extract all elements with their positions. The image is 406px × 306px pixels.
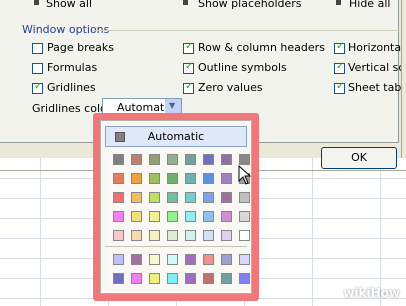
checkbox-zero-values[interactable]: ✓ — [183, 81, 194, 94]
color-swatch[interactable] — [221, 211, 232, 222]
checkbox-gridlines[interactable]: ✓ — [32, 81, 43, 94]
mouse-cursor-icon — [238, 165, 252, 185]
group-divider — [92, 30, 400, 31]
color-swatch[interactable] — [167, 154, 178, 165]
checkbox-label-gridlines: Gridlines — [47, 81, 96, 94]
color-swatch[interactable] — [185, 173, 196, 184]
color-swatch[interactable] — [131, 211, 142, 222]
checkbox-label-outline-symbols: Outline symbols — [198, 61, 287, 74]
watermark: wikiHow — [343, 286, 400, 300]
color-swatch[interactable] — [113, 254, 124, 265]
color-swatch[interactable] — [149, 230, 160, 241]
color-swatch[interactable] — [149, 211, 160, 222]
color-swatch[interactable] — [239, 154, 250, 165]
color-swatch[interactable] — [113, 173, 124, 184]
ok-button[interactable]: OK — [321, 147, 397, 169]
radio-label-hide-all: Hide all — [349, 0, 391, 10]
color-swatch[interactable] — [203, 254, 214, 265]
checkbox-page-breaks[interactable] — [32, 43, 43, 54]
color-swatch[interactable] — [239, 273, 250, 284]
color-swatch[interactable] — [203, 154, 214, 165]
color-swatch[interactable] — [131, 154, 142, 165]
color-swatch[interactable] — [113, 230, 124, 241]
color-swatch[interactable] — [131, 273, 142, 284]
checkbox-label-zero-values: Zero values — [198, 81, 263, 94]
color-swatch[interactable] — [131, 254, 142, 265]
color-swatch[interactable] — [113, 154, 124, 165]
color-swatch[interactable] — [167, 273, 178, 284]
checkbox-formulas[interactable] — [32, 63, 43, 74]
radio-label-show-placeholders: Show placeholders — [198, 0, 302, 10]
checkbox-label-horizontal-scroll: Horizontal scr — [348, 41, 406, 54]
checkbox-row-column-headers[interactable]: ✓ — [183, 41, 194, 54]
color-swatch[interactable] — [185, 254, 196, 265]
color-swatch[interactable] — [149, 273, 160, 284]
color-swatch[interactable] — [239, 211, 250, 222]
radio-label-show-all: Show all — [46, 0, 93, 10]
automatic-color-button[interactable]: Automatic — [105, 126, 247, 147]
color-swatch[interactable] — [167, 211, 178, 222]
checkbox-label-formulas: Formulas — [47, 61, 98, 74]
radio-show-placeholders[interactable] — [183, 0, 188, 5]
color-swatch[interactable] — [239, 230, 250, 241]
color-swatch[interactable] — [149, 154, 160, 165]
color-swatch[interactable] — [149, 192, 160, 203]
color-swatch[interactable] — [221, 192, 232, 203]
palette-separator — [105, 246, 247, 247]
color-swatch[interactable] — [203, 173, 214, 184]
color-swatch[interactable] — [167, 230, 178, 241]
checkbox-label-sheet-tabs: Sheet tabs — [348, 81, 406, 94]
checkbox-sheet-tabs[interactable]: ✓ — [334, 81, 345, 94]
color-swatch[interactable] — [203, 211, 214, 222]
color-swatch[interactable] — [221, 230, 232, 241]
color-swatch[interactable] — [185, 154, 196, 165]
color-swatch[interactable] — [203, 273, 214, 284]
checkbox-label-page-breaks: Page breaks — [47, 41, 114, 54]
color-swatch[interactable] — [113, 211, 124, 222]
checkbox-label-row-column-headers: Row & column headers — [198, 41, 325, 54]
color-swatch[interactable] — [185, 192, 196, 203]
color-palette-popup: Automatic — [100, 120, 252, 294]
color-swatch[interactable] — [167, 192, 178, 203]
color-swatch[interactable] — [185, 211, 196, 222]
color-swatch[interactable] — [131, 192, 142, 203]
checkbox-label-vertical-scroll: Vertical scr — [348, 61, 406, 74]
color-swatch[interactable] — [221, 173, 232, 184]
color-swatch[interactable] — [221, 254, 232, 265]
color-swatch[interactable] — [167, 254, 178, 265]
color-swatch[interactable] — [131, 230, 142, 241]
color-swatch[interactable] — [185, 230, 196, 241]
color-swatch[interactable] — [149, 254, 160, 265]
dialog-edge — [401, 0, 406, 158]
automatic-label: Automatic — [147, 130, 205, 143]
checkbox-outline-symbols[interactable]: ✓ — [183, 61, 194, 74]
radio-show-all[interactable] — [34, 0, 39, 5]
color-swatch[interactable] — [203, 230, 214, 241]
radio-hide-all[interactable] — [336, 0, 341, 5]
color-swatch[interactable] — [221, 154, 232, 165]
color-swatch[interactable] — [113, 192, 124, 203]
color-swatch[interactable] — [185, 273, 196, 284]
color-swatch[interactable] — [167, 173, 178, 184]
color-swatch[interactable] — [113, 273, 124, 284]
checkbox-horizontal-scroll[interactable]: ✓ — [334, 41, 345, 54]
checkbox-vertical-scroll[interactable]: ✓ — [334, 61, 345, 74]
color-swatch[interactable] — [239, 192, 250, 203]
color-swatch[interactable] — [221, 273, 232, 284]
color-swatch[interactable] — [239, 254, 250, 265]
color-swatch[interactable] — [149, 173, 160, 184]
color-swatch[interactable] — [131, 173, 142, 184]
color-swatch[interactable] — [203, 192, 214, 203]
chevron-down-icon: ▼ — [169, 101, 176, 110]
